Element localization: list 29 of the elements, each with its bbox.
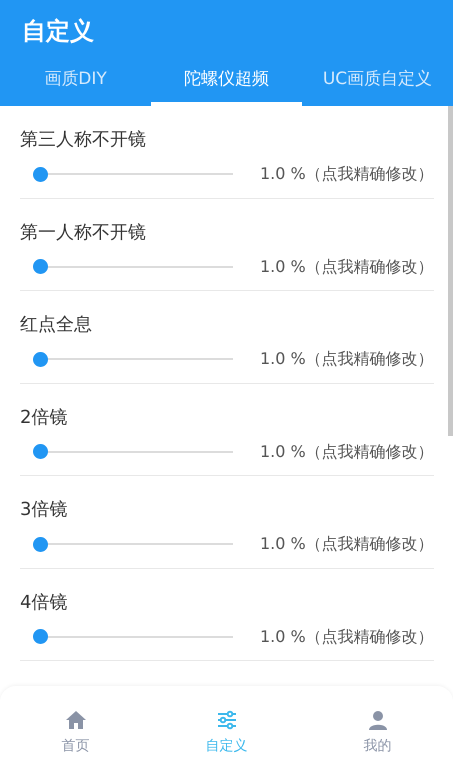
slider-thumb[interactable]: [33, 259, 48, 274]
value-reading[interactable]: 1.0 %（点我精确修改）: [260, 440, 434, 464]
setting-label: 4倍镜: [20, 590, 68, 614]
setting-label: 2倍镜: [20, 406, 68, 430]
slider[interactable]: [33, 536, 233, 552]
setting-label: 第三人称不开镜: [20, 128, 147, 152]
slider[interactable]: [33, 351, 233, 367]
value-reading[interactable]: 1.0 %（点我精确修改）: [260, 624, 434, 648]
sliders-icon: [216, 710, 238, 730]
slider[interactable]: [33, 258, 233, 274]
slider[interactable]: [33, 444, 233, 460]
value-reading[interactable]: 1.0 %（点我精确修改）: [260, 254, 434, 278]
home-icon: [64, 710, 86, 730]
user-icon: [366, 710, 388, 730]
setting-label: 3倍镜: [20, 498, 68, 522]
slider-thumb[interactable]: [33, 444, 48, 459]
value-reading[interactable]: 1.0 %（点我精确修改）: [260, 532, 434, 556]
setting-label: 红点全息: [20, 313, 93, 337]
slider-thumb[interactable]: [33, 536, 48, 552]
slider-thumb[interactable]: [33, 629, 48, 644]
value-reading[interactable]: 1.0 %（点我精确修改）: [260, 162, 434, 186]
slider[interactable]: [33, 628, 233, 644]
setting-label: 第一人称不开镜: [20, 220, 147, 244]
slider-thumb[interactable]: [33, 166, 48, 182]
slider-thumb[interactable]: [33, 352, 48, 366]
value-reading[interactable]: 1.0 %（点我精确修改）: [260, 347, 434, 371]
slider[interactable]: [33, 166, 233, 182]
page-title: 自定义: [21, 16, 95, 47]
scrollbar[interactable]: [448, 106, 453, 436]
